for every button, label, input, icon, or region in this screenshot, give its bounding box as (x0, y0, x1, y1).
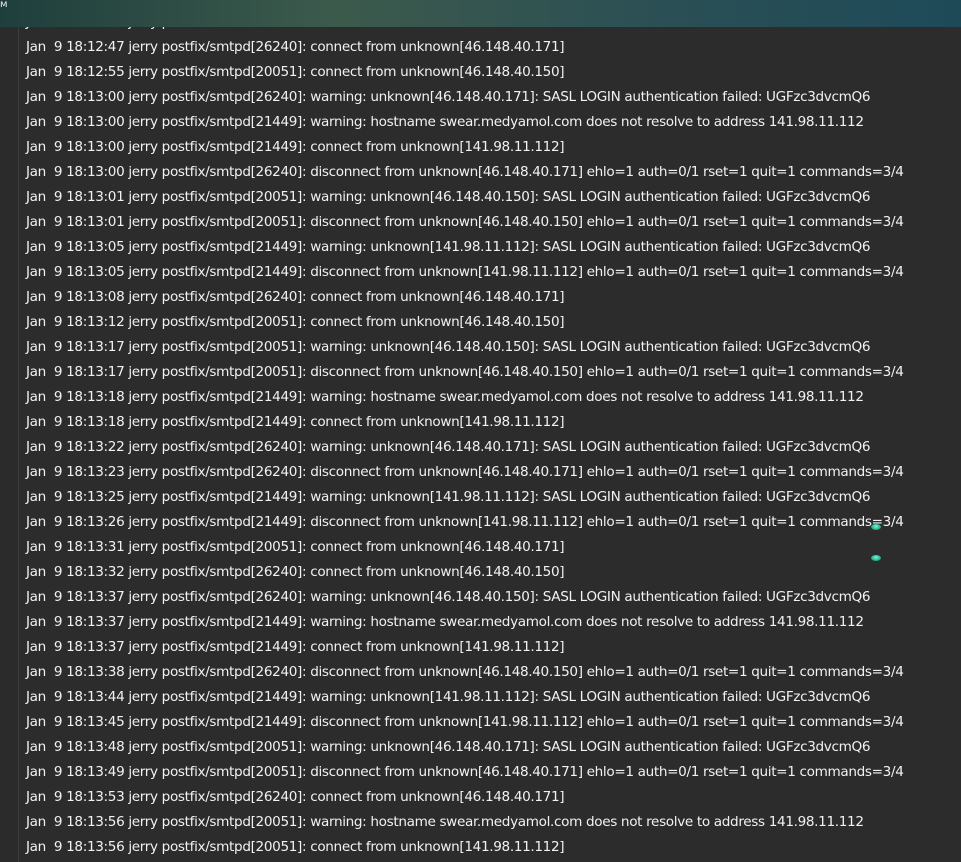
log-line: Jan 9 18:13:53 jerry postfix/smtpd[26240… (26, 789, 565, 805)
log-line: Jan 9 18:13:17 jerry postfix/smtpd[20051… (26, 339, 871, 355)
log-line: Jan 9 18:13:01 jerry postfix/smtpd[20051… (26, 189, 871, 205)
log-line: Jan 9 18:13:32 jerry postfix/smtpd[26240… (26, 564, 565, 580)
log-line: Jan 9 18:13:00 jerry postfix/smtpd[21449… (26, 114, 864, 130)
log-line: Jan 9 18:13:01 jerry postfix/smtpd[20051… (26, 214, 904, 230)
log-line: Jan 9 18:13:00 jerry postfix/smtpd[26240… (26, 164, 904, 180)
log-line: Jan 9 18:13:05 jerry postfix/smtpd[21449… (26, 264, 904, 280)
log-line: Jan 9 18:13:23 jerry postfix/smtpd[26240… (26, 464, 904, 480)
log-line: Jan 9 18:13:37 jerry postfix/smtpd[21449… (26, 639, 565, 655)
log-line: Jan 9 18:13:18 jerry postfix/smtpd[21449… (26, 389, 864, 405)
window-corner-glyph: ᴍ (0, 0, 8, 10)
log-line: Jan 9 18:13:37 jerry postfix/smtpd[26240… (26, 589, 871, 605)
log-output-pane[interactable]: Jan 9 18:12:47 jerry postfix/ Jan 9 18:1… (18, 27, 961, 862)
log-line: Jan 9 18:12:47 jerry postfix/smtpd[26240… (26, 39, 565, 55)
log-line: Jan 9 18:13:17 jerry postfix/smtpd[20051… (26, 364, 904, 380)
log-line: Jan 9 18:13:49 jerry postfix/smtpd[20051… (26, 764, 904, 780)
log-line: Jan 9 18:13:56 jerry postfix/smtpd[20051… (26, 839, 565, 855)
log-line: Jan 9 18:12:55 jerry postfix/smtpd[20051… (26, 64, 565, 80)
desktop-background-strip: ᴍ (0, 0, 961, 27)
log-line: Jan 9 18:13:37 jerry postfix/smtpd[21449… (26, 614, 864, 630)
log-line: Jan 9 18:13:12 jerry postfix/smtpd[20051… (26, 314, 565, 330)
terminal-left-gutter (0, 27, 18, 862)
log-line: Jan 9 18:13:38 jerry postfix/smtpd[26240… (26, 664, 904, 680)
log-line: Jan 9 18:13:56 jerry postfix/smtpd[20051… (26, 814, 864, 830)
log-line: Jan 9 18:13:08 jerry postfix/smtpd[26240… (26, 289, 565, 305)
log-line: Jan 9 18:13:22 jerry postfix/smtpd[26240… (26, 439, 871, 455)
log-line-partial: Jan 9 18:12:47 jerry postfix/ (26, 27, 210, 35)
log-line: Jan 9 18:13:48 jerry postfix/smtpd[20051… (26, 739, 871, 755)
terminal-window[interactable]: Jan 9 18:12:47 jerry postfix/ Jan 9 18:1… (0, 27, 961, 862)
log-line: Jan 9 18:13:44 jerry postfix/smtpd[21449… (26, 689, 871, 705)
log-line: Jan 9 18:13:18 jerry postfix/smtpd[21449… (26, 414, 565, 430)
log-line: Jan 9 18:13:05 jerry postfix/smtpd[21449… (26, 239, 871, 255)
log-line: Jan 9 18:13:00 jerry postfix/smtpd[21449… (26, 139, 565, 155)
log-line: Jan 9 18:13:45 jerry postfix/smtpd[21449… (26, 714, 904, 730)
pointer-cursor-icon (871, 524, 881, 530)
pointer-cursor-icon (871, 555, 881, 561)
log-line: Jan 9 18:13:26 jerry postfix/smtpd[21449… (26, 514, 904, 530)
log-line: Jan 9 18:13:00 jerry postfix/smtpd[26240… (26, 89, 871, 105)
log-line: Jan 9 18:13:25 jerry postfix/smtpd[21449… (26, 489, 871, 505)
log-line: Jan 9 18:13:31 jerry postfix/smtpd[20051… (26, 539, 565, 555)
